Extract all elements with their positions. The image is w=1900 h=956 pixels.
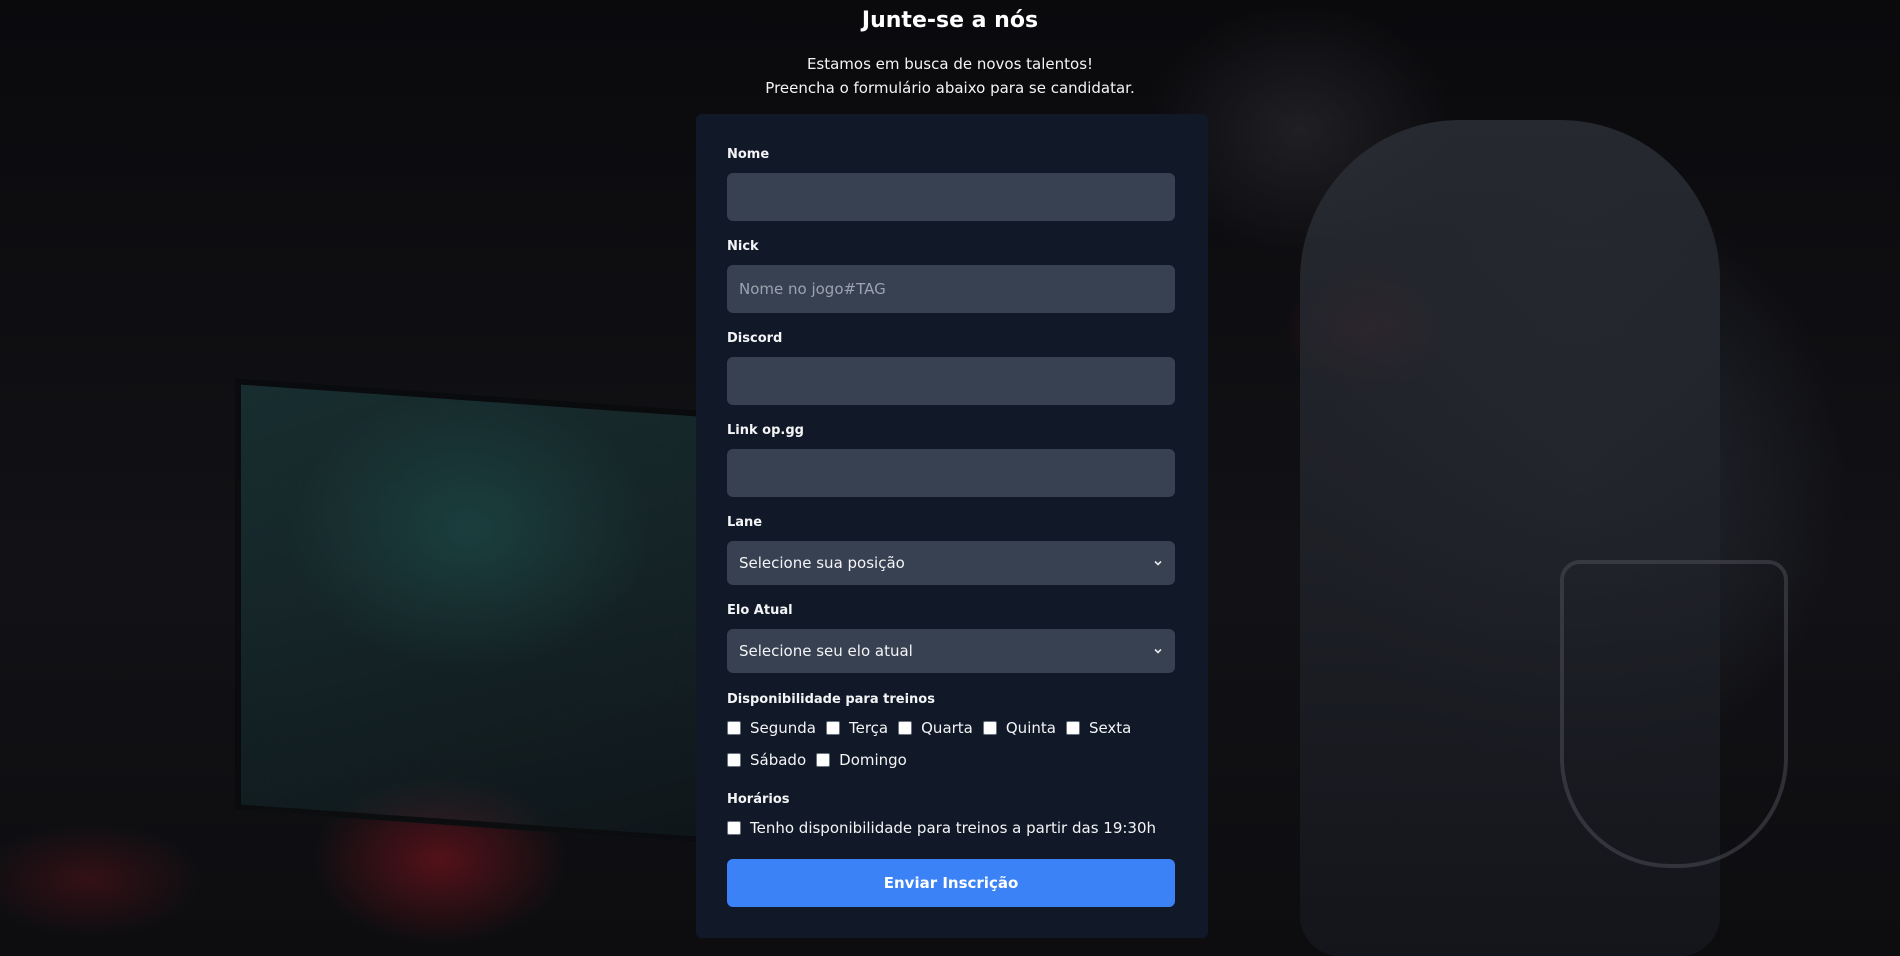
- checkbox-sexta[interactable]: Sexta: [1065, 719, 1132, 737]
- lane-select[interactable]: Selecione sua posição: [727, 541, 1175, 585]
- page: Junte-se a nós Estamos em busca de novos…: [0, 0, 1900, 956]
- checkbox-box[interactable]: [816, 753, 831, 767]
- submit-button[interactable]: Enviar Inscrição: [727, 859, 1175, 907]
- checkbox-box[interactable]: [826, 721, 840, 735]
- checkbox-label: Segunda: [750, 719, 816, 737]
- checkbox-box[interactable]: [727, 821, 741, 835]
- checkbox-label: Sexta: [1088, 719, 1132, 737]
- checkbox-label: Quinta: [1005, 719, 1056, 737]
- availability-row-1: Segunda Terça Quarta Quinta Sexta: [727, 719, 1141, 737]
- nick-label: Nick: [727, 239, 759, 254]
- checkbox-domingo[interactable]: Domingo: [816, 751, 907, 769]
- schedule-label: Horários: [727, 792, 790, 807]
- subtitle-line-2: Preencha o formulário abaixo para se can…: [765, 79, 1135, 97]
- checkbox-quarta[interactable]: Quarta: [898, 719, 973, 737]
- elo-select-value: Selecione seu elo atual: [739, 642, 913, 660]
- nome-label: Nome: [727, 147, 770, 162]
- checkbox-label: Domingo: [839, 751, 907, 769]
- checkbox-label: Quarta: [921, 719, 973, 737]
- checkbox-schedule-1930[interactable]: Tenho disponibilidade para treinos a par…: [727, 819, 1156, 837]
- page-title: Junte-se a nós: [861, 8, 1039, 33]
- opgg-input[interactable]: [727, 449, 1175, 497]
- opgg-label: Link op.gg: [727, 423, 804, 438]
- page-subtitle: Estamos em busca de novos talentos! Pree…: [0, 52, 1900, 100]
- checkbox-box[interactable]: [982, 721, 997, 735]
- lane-label: Lane: [727, 515, 763, 530]
- chevron-down-icon: [1154, 648, 1162, 654]
- application-form: Nome Nick Discord Link op.gg Lane Seleci…: [696, 114, 1208, 938]
- checkbox-label: Sábado: [750, 751, 807, 769]
- elo-label: Elo Atual: [727, 603, 793, 618]
- checkbox-sabado[interactable]: Sábado: [727, 751, 806, 769]
- nome-input[interactable]: [727, 173, 1175, 221]
- checkbox-label: Tenho disponibilidade para treinos a par…: [750, 819, 1157, 837]
- nick-input[interactable]: [727, 265, 1175, 313]
- checkbox-box[interactable]: [1065, 721, 1080, 735]
- availability-label: Disponibilidade para treinos: [727, 692, 935, 707]
- lane-select-value: Selecione sua posição: [739, 554, 905, 572]
- checkbox-quinta[interactable]: Quinta: [982, 719, 1056, 737]
- checkbox-box[interactable]: [727, 753, 741, 767]
- checkbox-box[interactable]: [727, 721, 741, 735]
- elo-select[interactable]: Selecione seu elo atual: [727, 629, 1175, 673]
- checkbox-segunda[interactable]: Segunda: [727, 719, 816, 737]
- availability-row-2: Sábado Domingo: [727, 751, 917, 769]
- chevron-down-icon: [1154, 560, 1162, 566]
- subtitle-line-1: Estamos em busca de novos talentos!: [806, 55, 1094, 73]
- schedule-row: Tenho disponibilidade para treinos a par…: [727, 819, 1166, 837]
- checkbox-terca[interactable]: Terça: [826, 719, 888, 737]
- discord-input[interactable]: [727, 357, 1175, 405]
- checkbox-label: Terça: [849, 719, 889, 737]
- checkbox-box[interactable]: [898, 721, 913, 735]
- discord-label: Discord: [727, 331, 783, 346]
